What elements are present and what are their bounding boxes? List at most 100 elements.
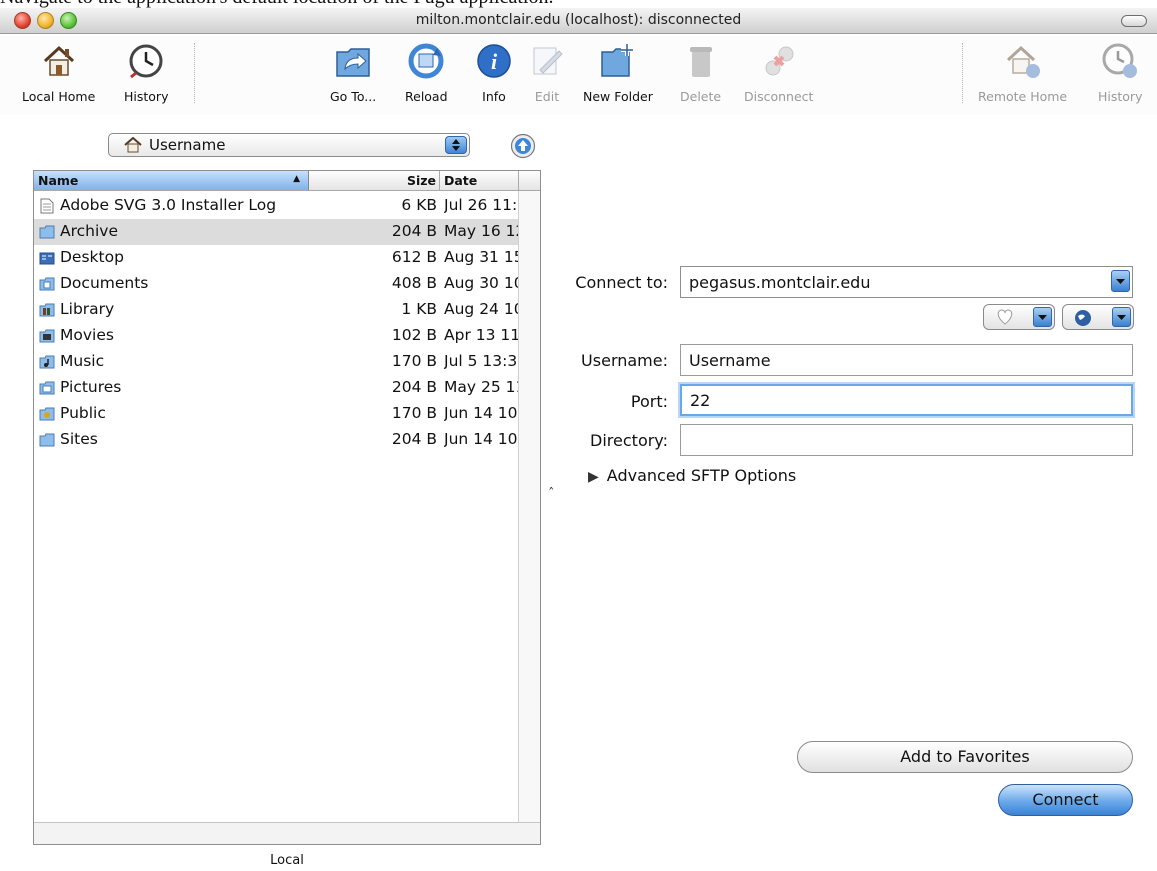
delete-button[interactable]: Delete [680,41,721,104]
toolbar-separator [194,43,195,103]
svg-text:i: i [491,49,498,74]
sort-ascending-icon: ▲ [293,174,300,184]
table-row[interactable]: Pictures 204 B May 25 11:07 [34,375,519,401]
file-name: Public [60,404,106,422]
file-name: Pictures [60,378,122,396]
port-label: Port: [630,392,668,411]
rendezvous-menu-button[interactable] [1062,304,1134,330]
table-row[interactable]: Documents 408 B Aug 30 10:48 [34,271,519,297]
table-row[interactable]: Library 1 KB Aug 24 10:25 [34,297,519,323]
file-date: Jun 14 10:38 [444,404,519,422]
remote-history-button[interactable]: History [1098,41,1142,104]
file-size: 6 KB [401,196,437,214]
edit-label: Edit [534,89,560,104]
username-field[interactable] [680,344,1133,376]
file-name: Documents [60,274,149,292]
edit-icon [527,41,567,81]
title-bar: milton.montclair.edu (localhost): discon… [0,8,1157,34]
parent-folder-button[interactable] [510,133,536,159]
file-name: Library [60,300,115,318]
window-title: milton.montclair.edu (localhost): discon… [415,12,742,28]
clock-icon [126,41,166,81]
file-date: Jul 5 13:36 [444,352,519,370]
reload-label: Reload [405,89,448,104]
file-date: Jun 14 10:50 [444,430,519,448]
public-folder-icon [39,406,55,422]
history-label: History [124,89,169,104]
disclosure-triangle-icon: ▶ [588,469,599,485]
document-icon [39,198,55,214]
info-icon: i [474,41,514,81]
reload-icon [406,41,446,81]
disconnect-button[interactable]: Disconnect [744,41,813,104]
globe-icon [1073,308,1093,328]
favorites-menu-button[interactable] [983,304,1055,330]
file-date: Aug 30 10:48 [444,274,519,292]
file-date: Jul 26 11:12 [444,196,519,214]
movies-folder-icon [39,328,55,344]
go-to-folder-icon [333,41,373,81]
edit-button[interactable]: Edit [527,41,567,104]
file-name: Sites [60,430,98,448]
go-to-button[interactable]: Go To... [330,41,376,104]
local-home-button[interactable]: Local Home [22,41,95,104]
new-folder-button[interactable]: New Folder [583,41,653,104]
table-row[interactable]: Adobe SVG 3.0 Installer Log 6 KB Jul 26 … [34,193,519,219]
file-name: Movies [60,326,114,344]
file-list-header: Name ▲ Size Date [34,171,540,191]
table-row[interactable]: Movies 102 B Apr 13 11:14 [34,323,519,349]
home-icon [124,137,142,153]
file-date: Aug 24 10:25 [444,300,519,318]
date-column-header[interactable]: Date [441,171,519,190]
file-name: Music [60,352,105,370]
connect-button[interactable]: Connect [998,784,1133,816]
desktop-folder-icon [39,250,55,266]
local-home-label: Local Home [22,89,96,104]
add-to-favorites-button[interactable]: Add to Favorites [797,741,1133,773]
documents-folder-icon [39,276,55,292]
directory-field[interactable] [680,424,1133,456]
table-row[interactable]: Sites 204 B Jun 14 10:50 [34,427,519,453]
toolbar-separator [962,43,963,103]
horizontal-scrollbar[interactable] [34,822,540,844]
disconnect-label: Disconnect [744,89,814,104]
file-date: May 25 11:07 [444,378,519,396]
info-button[interactable]: i Info [474,41,514,104]
up-arrow-icon [510,133,536,159]
delete-label: Delete [680,89,722,104]
size-column-header[interactable]: Size [310,171,440,190]
advanced-sftp-options-label: Advanced SFTP Options [606,466,797,485]
pane-splitter-handle[interactable]: ˆ [548,487,555,502]
toolbar-toggle-button[interactable] [1121,15,1147,27]
chevron-down-icon[interactable] [1111,270,1130,292]
remote-home-button[interactable]: Remote Home [978,41,1067,104]
popup-stepper-icon [445,136,467,154]
port-field[interactable] [680,384,1133,416]
table-row[interactable]: Archive 204 B May 16 12:24 [34,219,519,245]
local-file-list: Name ▲ Size Date Adobe SVG 3.0 Installer… [33,170,541,845]
connect-to-combobox[interactable]: pegasus.montclair.edu [680,266,1133,298]
pictures-folder-icon [39,380,55,396]
remote-home-label: Remote Home [978,89,1068,104]
table-row[interactable]: Public 170 B Jun 14 10:38 [34,401,519,427]
file-size: 204 B [391,430,437,448]
file-name: Desktop [60,248,124,266]
stray-caption: Navigate to the application's default lo… [0,0,1157,8]
trash-icon [681,41,721,81]
file-size: 170 B [391,404,437,422]
advanced-sftp-options-disclosure[interactable]: ▶ Advanced SFTP Options [588,466,796,485]
path-popup[interactable]: Username [108,133,470,157]
file-size: 102 B [391,326,437,344]
connect-to-value: pegasus.montclair.edu [689,273,871,292]
table-row[interactable]: Desktop 612 B Aug 31 15:23 [34,245,519,271]
sites-folder-icon [39,432,55,448]
file-date: Aug 31 15:23 [444,248,519,266]
file-size: 170 B [391,352,437,370]
reload-button[interactable]: Reload [405,41,448,104]
chevron-down-icon [1112,307,1131,327]
history-button[interactable]: History [124,41,168,104]
file-size: 204 B [391,378,437,396]
name-column-header[interactable]: Name ▲ [34,171,309,190]
table-row[interactable]: Music 170 B Jul 5 13:36 [34,349,519,375]
library-folder-icon [39,302,55,318]
